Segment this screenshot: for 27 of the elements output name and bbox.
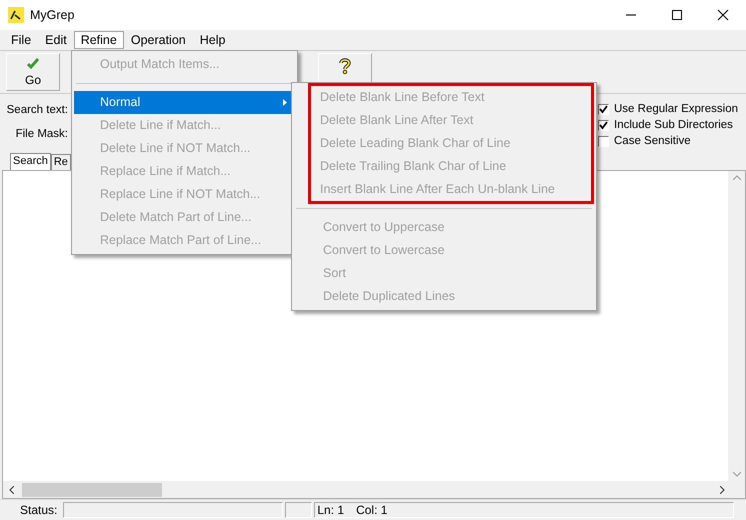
checkbox[interactable] (598, 136, 609, 146)
go-button[interactable]: Go (6, 53, 60, 91)
line-indicator: Ln: 1 (317, 503, 344, 517)
checkbox-label: Case Sensitive (614, 135, 691, 147)
checkbox-label: Use Regular Expression (614, 103, 738, 115)
checkbox-label: Include Sub Directories (614, 119, 733, 131)
status-label: Status: (20, 503, 58, 517)
menu-bar-item[interactable]: Help (192, 31, 232, 49)
tab[interactable]: Search (10, 153, 51, 170)
scroll-right-icon[interactable] (720, 486, 725, 494)
scrollbar-thumb[interactable] (22, 482, 162, 496)
field-label: File Mask: (16, 128, 68, 140)
checkbox[interactable] (598, 104, 609, 114)
tab[interactable]: Re (50, 154, 71, 170)
question-mark-icon (339, 58, 351, 74)
field-label: Search text: (6, 104, 68, 116)
column-indicator: Col: 1 (356, 503, 388, 517)
app-icon (8, 7, 24, 23)
window-title: MyGrep (30, 8, 74, 22)
menu-bar-item[interactable]: Edit (38, 31, 74, 49)
scroll-left-icon[interactable] (9, 486, 14, 494)
menu-bar-item[interactable]: Operation (124, 31, 193, 49)
status-field (285, 502, 312, 518)
checkmark-icon (27, 57, 39, 69)
menu-bar-item[interactable]: File (4, 31, 38, 49)
checkbox[interactable] (598, 120, 609, 130)
menu-bar-item[interactable]: Refine (74, 31, 124, 49)
